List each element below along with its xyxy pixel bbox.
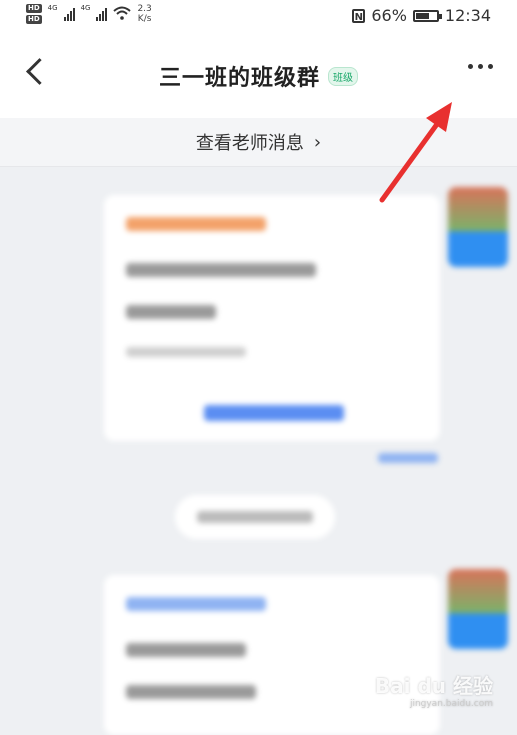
blurred-text [126, 347, 246, 357]
card-header-blurred [126, 217, 266, 231]
status-right: N 66% 12:34 [352, 6, 491, 25]
message-card[interactable] [104, 575, 440, 735]
blurred-text [126, 643, 246, 657]
blurred-text [126, 685, 256, 699]
blurred-text [126, 305, 216, 319]
teacher-messages-label: 查看老师消息 [195, 133, 304, 154]
speed-unit: K/s [137, 14, 152, 24]
card-header-blurred [126, 597, 266, 611]
signal-icon [96, 7, 108, 21]
hd-indicators: HD HD [26, 4, 42, 24]
watermark-url: jingyan.baidu.com [409, 699, 493, 709]
status-bar: HD HD 4G 4G 2.3 K/s N 66% 12:34 [0, 0, 517, 32]
wifi-icon [113, 5, 132, 24]
timestamp-pill [175, 495, 335, 539]
more-options-icon[interactable] [468, 64, 493, 69]
blurred-text [126, 263, 316, 277]
battery-percent: 66% [371, 6, 407, 25]
hd-badge: HD [26, 4, 42, 13]
signal-icon [63, 7, 75, 21]
watermark-logo: Bai du 经验 jingyan.baidu.com [375, 670, 493, 709]
network-type: 4G [80, 4, 91, 12]
network-type: 4G [47, 4, 58, 12]
blurred-read-status [378, 453, 438, 463]
nfc-icon: N [352, 8, 366, 23]
blurred-link[interactable] [204, 405, 344, 421]
battery-icon [412, 9, 442, 22]
title-area: 三一班的班级群 班级 [0, 60, 517, 92]
network-speed: 2.3 K/s [137, 4, 151, 24]
chat-area[interactable] [0, 167, 517, 735]
class-badge: 班级 [328, 66, 358, 86]
chevron-right-icon: › [313, 131, 322, 153]
message-card[interactable] [104, 195, 440, 441]
clock: 12:34 [444, 6, 491, 25]
battery-level [415, 12, 430, 19]
avatar[interactable] [448, 569, 508, 649]
speed-value: 2.3 [137, 4, 152, 14]
watermark-brand: Bai du 经验 [374, 674, 493, 698]
page-title: 三一班的班级群 [158, 66, 320, 91]
status-left: HD HD 4G 4G 2.3 K/s [26, 4, 152, 24]
annotation-arrow-icon [379, 102, 452, 203]
hd-badge: HD [26, 15, 42, 24]
